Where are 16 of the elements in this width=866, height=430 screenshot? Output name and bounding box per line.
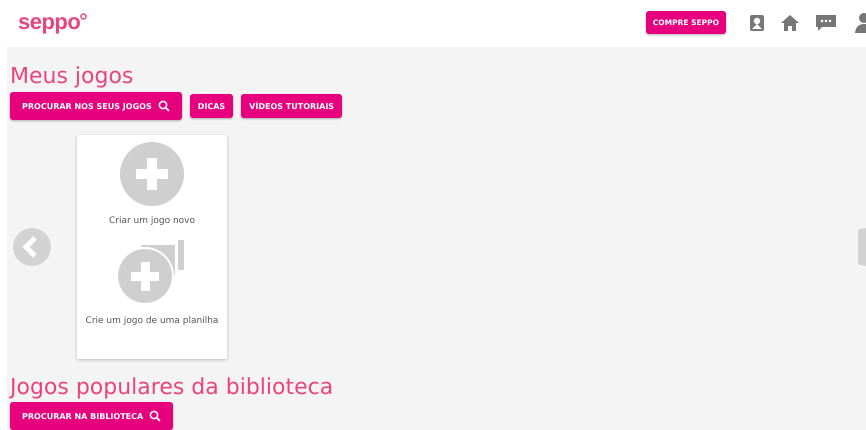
section-title: Jogos populares da biblioteca [10, 375, 334, 401]
toolbar-button[interactable]: VÍDEOS TUTORIAIS [241, 94, 342, 118]
user-icon[interactable] [854, 12, 866, 34]
badge-icon[interactable] [749, 14, 765, 32]
search-icon [158, 100, 170, 112]
section-title: Meus jogos [10, 64, 134, 90]
option-label[interactable]: Criar um jogo novo [108, 216, 196, 226]
toolbar-button[interactable]: PROCURAR NOS SEUS JOGOS [10, 92, 182, 120]
home-icon[interactable] [780, 14, 800, 32]
logo-ring-icon [80, 12, 88, 20]
search-icon [149, 410, 162, 422]
option-label[interactable]: Crie um jogo de uma planilha [86, 316, 218, 326]
chat-icon[interactable] [815, 12, 837, 32]
library-search-button[interactable]: PROCURAR NA BIBLIOTECA [10, 402, 174, 430]
toolbar-button[interactable]: DICAS [190, 94, 234, 118]
logo[interactable]: seppo [18, 8, 80, 34]
